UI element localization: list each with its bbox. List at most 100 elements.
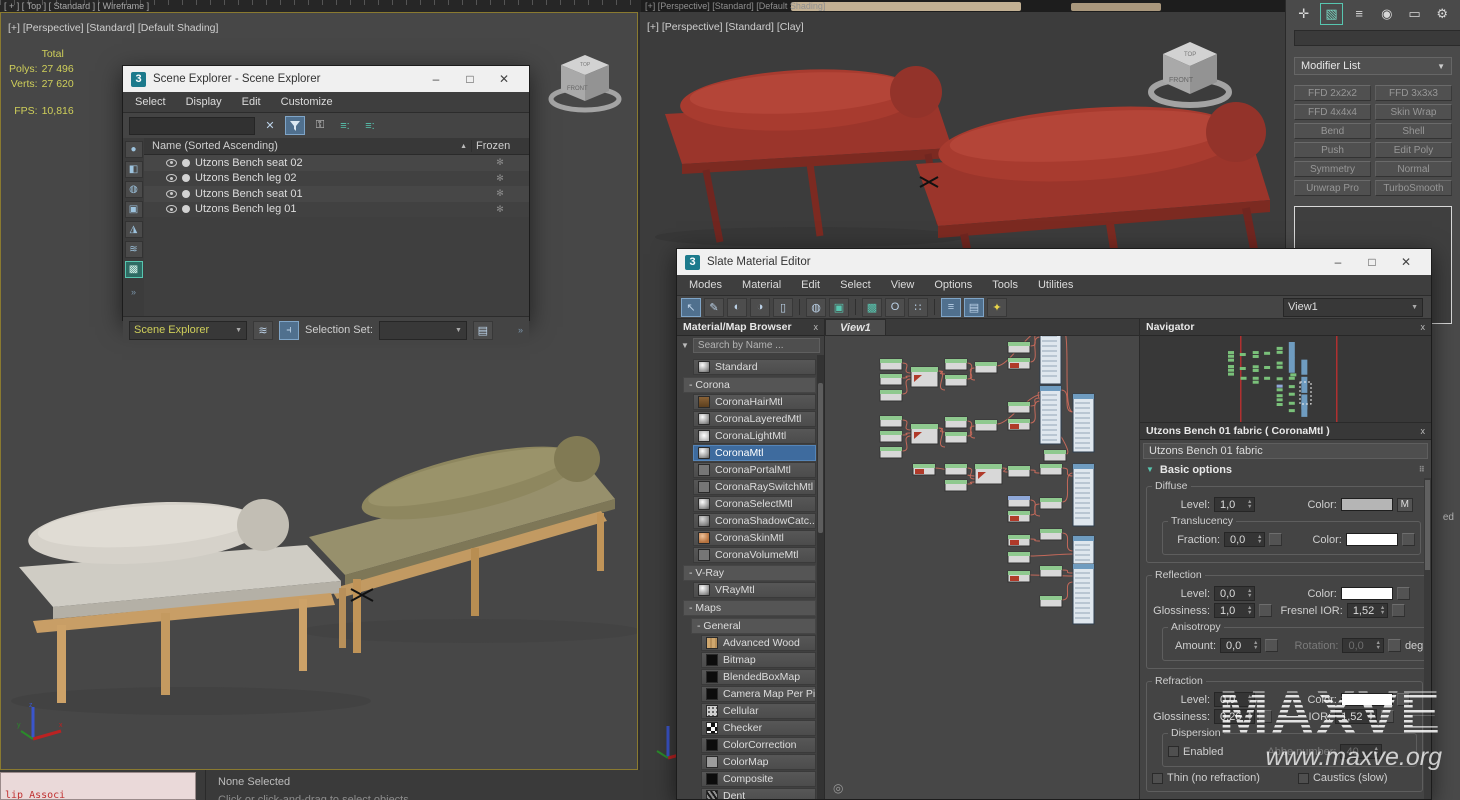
- node-canvas[interactable]: ◎: [825, 336, 1139, 799]
- translucency-color-swatch[interactable]: [1345, 533, 1398, 546]
- reflection-level-spinner[interactable]: 0,0 ▲ ▼: [1214, 586, 1256, 601]
- browser-item[interactable]: CoronaSkinMtl: [693, 530, 816, 546]
- edit-selection-set-icon[interactable]: ▤: [472, 320, 493, 340]
- menu-utilities[interactable]: Utilities: [1038, 279, 1073, 291]
- selection-set-dropdown[interactable]: ▼: [378, 320, 467, 340]
- filter-icon[interactable]: ≋: [124, 241, 143, 258]
- tab-view1[interactable]: View1: [825, 319, 886, 335]
- browser-item[interactable]: Bitmap: [701, 652, 816, 668]
- render-dot-icon[interactable]: [182, 189, 190, 198]
- diffuse-color-swatch[interactable]: [1340, 498, 1393, 511]
- browser-item[interactable]: Advanced Wood: [701, 635, 816, 651]
- abbe-number-spinner[interactable]: 40 ▲ ▼: [1340, 744, 1382, 759]
- render-dot-icon[interactable]: [182, 205, 190, 214]
- slate-tool-icon[interactable]: ↖: [681, 297, 701, 317]
- modifier-list-dropdown[interactable]: Modifier List ▼: [1294, 57, 1452, 75]
- maximize-button[interactable]: □: [453, 67, 487, 91]
- browser-item[interactable]: CoronaHairMtl: [693, 394, 816, 410]
- basic-options-rollout[interactable]: ▼ Basic options ⠿: [1140, 461, 1431, 478]
- modifier-button[interactable]: Symmetry: [1294, 161, 1371, 177]
- scene-explorer-titlebar[interactable]: 3 Scene Explorer - Scene Explorer – □ ✕: [123, 66, 529, 92]
- close-icon[interactable]: x: [1421, 426, 1426, 436]
- close-button[interactable]: ✕: [487, 67, 521, 91]
- minimize-button[interactable]: –: [1321, 250, 1355, 274]
- navigator-minimap[interactable]: [1140, 336, 1431, 423]
- table-row[interactable]: Utzons Bench seat 01 ✻: [144, 186, 529, 202]
- menu-edit[interactable]: Edit: [242, 96, 261, 108]
- menu-display[interactable]: Display: [186, 96, 222, 108]
- browser-item[interactable]: CoronaMtl: [693, 445, 816, 461]
- slate-tool-icon[interactable]: ◍: [806, 297, 826, 317]
- menu-select[interactable]: Select: [840, 279, 871, 291]
- refraction-glossiness-map-button[interactable]: [1259, 710, 1273, 723]
- translucency-color-map-button[interactable]: [1401, 533, 1415, 546]
- filter-icon-selected[interactable]: ▩: [124, 261, 143, 278]
- anisotropy-rotation-spinner[interactable]: 0,0 ▲ ▼: [1342, 638, 1384, 653]
- slate-tool-icon[interactable]: ✦: [987, 297, 1007, 317]
- browser-item[interactable]: CoronaPortalMtl: [693, 462, 816, 478]
- slate-tool-icon[interactable]: ◑: [750, 297, 770, 317]
- slate-tool-icon[interactable]: ✎: [704, 297, 724, 317]
- slate-tool-icon[interactable]: ▯: [773, 297, 793, 317]
- modifier-button[interactable]: Skin Wrap: [1375, 104, 1452, 120]
- table-row[interactable]: Utzons Bench seat 02 ✻: [144, 155, 529, 171]
- slate-tool-icon[interactable]: ▤: [964, 297, 984, 317]
- browser-item[interactable]: CoronaLightMtl: [693, 428, 816, 444]
- frozen-icon[interactable]: ✻: [471, 204, 529, 215]
- navigator-header[interactable]: Navigator x: [1140, 319, 1431, 336]
- close-button[interactable]: ✕: [1389, 250, 1423, 274]
- view-selector-dropdown[interactable]: View1 ▼: [1283, 297, 1423, 317]
- slate-tool-icon[interactable]: ◐: [727, 297, 747, 317]
- list-header[interactable]: Name (Sorted Ascending) ▲ Frozen: [144, 138, 529, 155]
- modifier-button[interactable]: Bend: [1294, 123, 1371, 139]
- create-tab[interactable]: ✛: [1292, 3, 1316, 25]
- frozen-icon[interactable]: ✻: [471, 173, 529, 184]
- utilities-tab[interactable]: ⚙: [1430, 3, 1454, 25]
- hierarchy-mode-icon[interactable]: ⫞: [279, 320, 299, 340]
- viewcube[interactable]: FRONT TOP: [547, 43, 623, 119]
- object-name[interactable]: Utzons Bench seat 02: [195, 157, 303, 169]
- browser-group-header[interactable]: - Maps: [683, 600, 816, 616]
- filter-icon[interactable]: ◍: [124, 181, 143, 198]
- layers-icon[interactable]: ≋: [253, 320, 273, 340]
- anisotropy-rotation-map-button[interactable]: [1387, 639, 1401, 652]
- maximize-button[interactable]: □: [1355, 250, 1389, 274]
- collapse-tree-icon[interactable]: ≡:: [360, 116, 380, 135]
- viewcube[interactable]: FRONT TOP: [1147, 30, 1233, 116]
- browser-item[interactable]: CoronaRaySwitchMtl: [693, 479, 816, 495]
- slate-tool-icon[interactable]: ≡: [941, 297, 961, 317]
- reflection-glossiness-spinner[interactable]: 1,0 ▲ ▼: [1214, 603, 1256, 618]
- clear-search-icon[interactable]: ✕: [260, 116, 280, 135]
- modifier-button[interactable]: Push: [1294, 142, 1371, 158]
- browser-item[interactable]: CoronaVolumeMtl: [693, 547, 816, 563]
- browser-item[interactable]: Camera Map Per Pixel: [701, 686, 816, 702]
- menu-view[interactable]: View: [891, 279, 915, 291]
- close-icon[interactable]: x: [1421, 322, 1426, 332]
- thin-refraction-checkbox[interactable]: [1152, 772, 1163, 784]
- material-name-field[interactable]: Utzons Bench 01 fabric: [1143, 443, 1428, 459]
- object-name[interactable]: Utzons Bench leg 01: [195, 203, 297, 215]
- visibility-eye-icon[interactable]: [166, 174, 177, 183]
- visibility-eye-icon[interactable]: [166, 205, 177, 214]
- object-name-field[interactable]: [1294, 30, 1460, 46]
- top-viewport-label[interactable]: [ + ] [ Top ] [ Standard ] [ Wireframe ]: [4, 1, 149, 11]
- browser-item[interactable]: Checker: [701, 720, 816, 736]
- refraction-ior-map-button[interactable]: [1380, 710, 1394, 723]
- close-icon[interactable]: x: [814, 322, 819, 332]
- refraction-ior-spinner[interactable]: 1,52 ▲ ▼: [1335, 709, 1377, 724]
- filter-funnel-icon[interactable]: [285, 116, 305, 135]
- strip-viewport-label[interactable]: [+] [Perspective] [Standard] [Default Sh…: [645, 1, 825, 11]
- browser-group-header[interactable]: - General: [691, 618, 816, 634]
- expand-tree-icon[interactable]: ≡:: [335, 116, 355, 135]
- refraction-glossiness-spinner[interactable]: 0,26 ▲ ▼: [1214, 709, 1256, 724]
- browser-item[interactable]: ColorCorrection: [701, 737, 816, 753]
- menu-modes[interactable]: Modes: [689, 279, 722, 291]
- overflow-chevrons[interactable]: »: [518, 325, 523, 335]
- viewport-label[interactable]: [+] [Perspective] [Standard] [Clay]: [647, 21, 804, 33]
- browser-item[interactable]: Composite: [701, 771, 816, 787]
- filter-icon[interactable]: ◧: [124, 161, 143, 178]
- render-dot-icon[interactable]: [182, 174, 190, 183]
- explorer-preset-dropdown[interactable]: Scene Explorer ▼: [129, 320, 247, 340]
- filter-icon[interactable]: ◮: [124, 221, 143, 238]
- reflection-color-swatch[interactable]: [1340, 587, 1393, 600]
